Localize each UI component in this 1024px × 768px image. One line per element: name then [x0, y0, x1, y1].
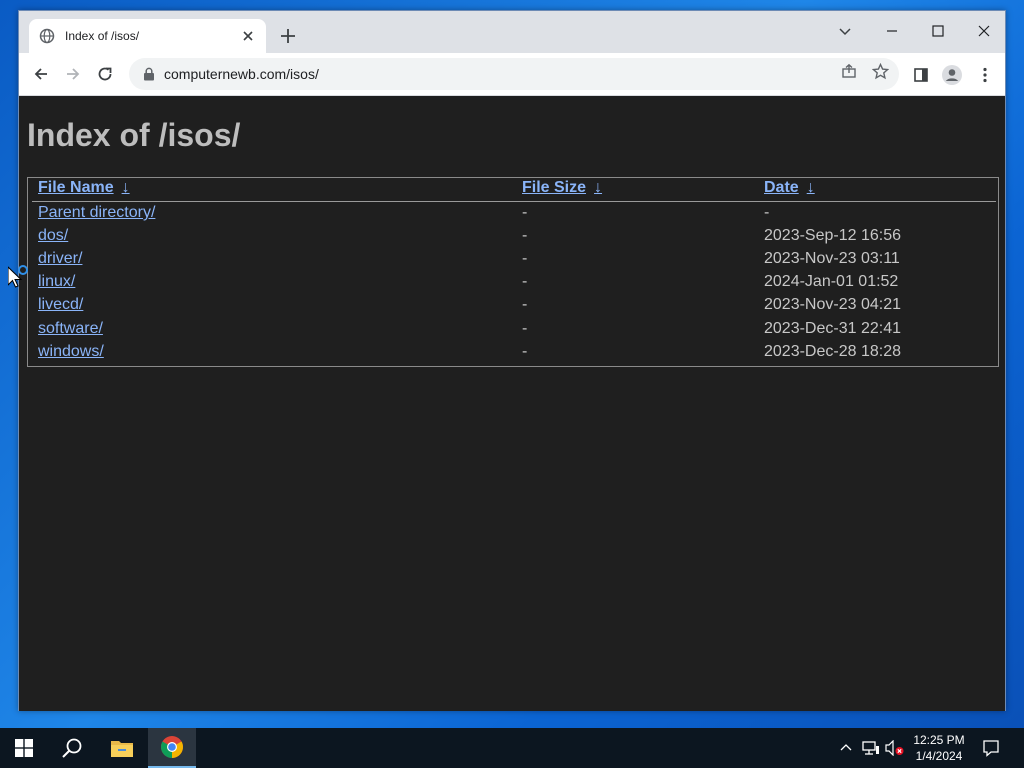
directory-link[interactable]: driver/ [38, 250, 82, 268]
menu-dots-icon[interactable] [974, 64, 996, 86]
start-button[interactable] [0, 728, 48, 768]
directory-listing-table: File Name ↓ File Size ↓ Date ↓ Parent direc… [27, 177, 999, 367]
table-row: windows/ - 2023-Dec-28 18:28 [28, 343, 998, 366]
reload-icon[interactable] [94, 63, 116, 85]
file-date: 2023-Sep-12 16:56 [764, 227, 901, 244]
address-bar[interactable]: computernewb.com/isos/ [129, 58, 899, 90]
file-size: - [522, 204, 528, 221]
chevron-up-icon[interactable] [836, 738, 856, 758]
table-row: livecd/ - 2023-Nov-23 04:21 [28, 296, 998, 319]
file-size: - [522, 250, 528, 267]
tab-strip: Index of /isos/ [19, 11, 1005, 53]
mouse-cursor-icon [8, 265, 28, 288]
sort-by-name[interactable]: File Name ↓ [38, 179, 130, 197]
volume-muted-icon[interactable] [885, 738, 905, 758]
file-size-header[interactable]: File Size [522, 179, 586, 196]
date-header[interactable]: Date [764, 179, 799, 196]
chrome-taskbar-button[interactable] [148, 728, 196, 768]
file-size: - [522, 227, 528, 244]
back-icon[interactable] [30, 63, 52, 85]
chrome-icon [161, 736, 183, 758]
close-window-icon[interactable] [969, 17, 999, 45]
file-date: 2023-Dec-28 18:28 [764, 343, 901, 360]
file-date: 2024-Jan-01 01:52 [764, 273, 899, 290]
sort-by-size[interactable]: File Size ↓ [522, 179, 602, 197]
file-date: 2023-Dec-31 22:41 [764, 320, 901, 337]
browser-tab[interactable]: Index of /isos/ [29, 19, 266, 53]
search-button[interactable] [48, 728, 96, 768]
system-clock[interactable]: 12:25 PM 1/4/2024 [908, 732, 970, 764]
file-explorer-button[interactable] [98, 728, 146, 768]
file-name-header[interactable]: File Name [38, 179, 114, 196]
search-icon [62, 738, 82, 758]
directory-link[interactable]: windows/ [38, 343, 104, 361]
browser-window: Index of /isos/ computernewb.com/isos/ I… [18, 10, 1006, 711]
tab-search-icon[interactable] [830, 17, 860, 45]
side-panel-icon[interactable] [910, 64, 932, 86]
directory-link[interactable]: livecd/ [38, 296, 83, 314]
directory-link[interactable]: Parent directory/ [38, 204, 155, 222]
share-icon[interactable] [840, 62, 858, 80]
table-row: Parent directory/ - - [28, 204, 998, 227]
maximize-icon[interactable] [923, 17, 953, 45]
notification-icon[interactable] [981, 738, 1001, 758]
directory-link[interactable]: dos/ [38, 227, 68, 245]
clock-date: 1/4/2024 [915, 749, 963, 763]
file-size: - [522, 320, 528, 337]
folder-icon [111, 741, 133, 757]
clock-time: 12:25 PM [913, 733, 965, 747]
sort-arrow-icon: ↓ [121, 179, 130, 196]
table-row: dos/ - 2023-Sep-12 16:56 [28, 227, 998, 250]
new-tab-icon[interactable] [278, 26, 298, 46]
table-row: driver/ - 2023-Nov-23 03:11 [28, 250, 998, 273]
browser-toolbar: computernewb.com/isos/ [19, 53, 1005, 96]
taskbar: 12:25 PM 1/4/2024 [0, 728, 1024, 768]
directory-link[interactable]: software/ [38, 320, 103, 338]
forward-icon[interactable] [62, 63, 84, 85]
file-date: - [764, 204, 770, 221]
minimize-icon[interactable] [877, 17, 907, 45]
bookmark-star-icon[interactable] [871, 62, 889, 80]
table-row: linux/ - 2024-Jan-01 01:52 [28, 273, 998, 296]
file-size: - [522, 296, 528, 313]
tab-close-icon[interactable] [240, 28, 256, 44]
network-icon[interactable] [861, 738, 881, 758]
file-size: - [522, 343, 528, 360]
directory-link[interactable]: linux/ [38, 273, 75, 291]
file-date: 2023-Nov-23 04:21 [764, 296, 901, 313]
sort-arrow-icon: ↓ [594, 179, 603, 196]
table-header: File Name ↓ File Size ↓ Date ↓ [28, 179, 998, 202]
sort-by-date[interactable]: Date ↓ [764, 179, 815, 197]
tab-title: Index of /isos/ [65, 29, 140, 43]
file-date: 2023-Nov-23 03:11 [764, 250, 900, 267]
file-size: - [522, 273, 528, 290]
windows-logo-icon [15, 739, 33, 757]
url-text: computernewb.com/isos/ [164, 66, 319, 82]
table-row: software/ - 2023-Dec-31 22:41 [28, 320, 998, 343]
sort-arrow-icon: ↓ [806, 179, 815, 196]
page-viewport: Index of /isos/ File Name ↓ File Size ↓ Da… [19, 96, 1005, 711]
header-divider [32, 201, 996, 202]
page-title: Index of /isos/ [27, 117, 241, 153]
lock-icon [144, 67, 154, 81]
profile-avatar-icon[interactable] [941, 64, 963, 86]
globe-icon [39, 28, 55, 44]
